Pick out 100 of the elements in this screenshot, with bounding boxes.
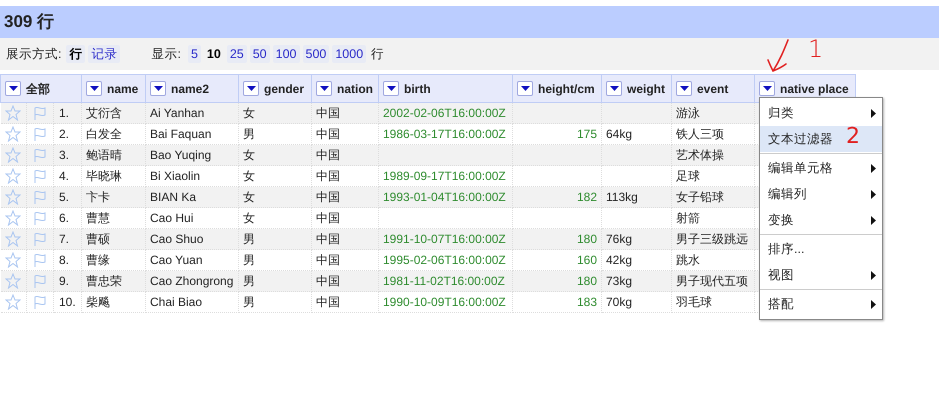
table-cell: 女 <box>243 211 255 225</box>
flag-icon[interactable] <box>32 168 48 184</box>
column-label: weight <box>627 80 665 98</box>
dropdown-icon[interactable] <box>243 81 259 96</box>
page-size-option[interactable]: 100 <box>272 44 300 64</box>
menu-item[interactable]: 变换 <box>760 207 882 233</box>
table-cell: 76kg <box>606 232 632 246</box>
star-icon[interactable] <box>5 273 22 289</box>
table-cell: 1981-11-02T16:00:00Z <box>383 274 505 288</box>
flag-icon[interactable] <box>32 294 48 310</box>
mode-option[interactable]: 记录 <box>88 44 120 64</box>
table-cell: 鲍语晴 <box>86 148 122 162</box>
star-icon[interactable] <box>5 147 22 163</box>
page-size-option[interactable]: 25 <box>226 44 247 64</box>
row-number: 8. <box>59 253 70 267</box>
column-label: name2 <box>171 80 210 98</box>
row-number: 4. <box>59 169 70 183</box>
table-cell: 中国 <box>316 295 340 309</box>
star-icon[interactable] <box>5 231 22 247</box>
table-cell: 女子铅球 <box>676 190 724 204</box>
menu-item[interactable]: 编辑列 <box>760 181 882 207</box>
flag-icon[interactable] <box>32 252 48 268</box>
column-label: height/cm <box>538 80 595 98</box>
column-label: gender <box>264 80 304 98</box>
mode-option[interactable]: 行 <box>66 44 86 64</box>
flag-icon[interactable] <box>32 105 48 121</box>
table-cell: 175 <box>576 127 597 141</box>
table-cell: 1993-01-04T16:00:00Z <box>383 190 506 204</box>
row-number: 1. <box>59 106 70 120</box>
flag-icon[interactable] <box>32 273 48 289</box>
submenu-arrow-icon <box>871 216 876 224</box>
submenu-arrow-icon <box>871 164 876 172</box>
flag-icon[interactable] <box>32 126 48 142</box>
table-cell: 柴飚 <box>86 295 110 309</box>
table-cell: Bao Yuqing <box>150 148 212 162</box>
menu-item[interactable]: 视图 <box>760 262 882 288</box>
flag-icon[interactable] <box>32 210 48 226</box>
table-cell: 中国 <box>316 106 340 120</box>
star-icon[interactable] <box>5 189 22 205</box>
table-cell: 中国 <box>316 253 340 267</box>
star-icon[interactable] <box>5 210 22 226</box>
table-cell: 182 <box>576 190 597 204</box>
table-cell: 1986-03-17T16:00:00Z <box>383 127 506 141</box>
table-cell: Chai Biao <box>150 295 202 309</box>
dropdown-icon[interactable] <box>316 81 332 96</box>
table-cell: 42kg <box>606 253 632 267</box>
table-cell: 男 <box>243 295 255 309</box>
table-cell: 羽毛球 <box>676 295 712 309</box>
menu-item[interactable]: 搭配 <box>760 291 882 317</box>
all-label: 全部 <box>26 80 50 98</box>
column-label: native place <box>780 80 849 98</box>
table-cell: 中国 <box>316 169 340 183</box>
page-size-option[interactable]: 10 <box>204 44 224 64</box>
table-cell: 女 <box>243 190 255 204</box>
dropdown-icon[interactable] <box>759 81 775 96</box>
table-cell: 70kg <box>606 295 632 309</box>
dropdown-icon[interactable] <box>517 81 533 96</box>
flag-icon[interactable] <box>32 231 48 247</box>
table-cell: 183 <box>576 295 597 309</box>
column-label: nation <box>337 80 373 98</box>
dropdown-icon[interactable] <box>383 81 399 96</box>
table-cell: 1990-10-09T16:00:00Z <box>383 295 506 309</box>
column-label: name <box>107 80 138 98</box>
table-cell: Bi Xiaolin <box>150 169 200 183</box>
menu-item[interactable]: 归类 <box>760 100 882 126</box>
page-size-option[interactable]: 500 <box>302 44 330 64</box>
dropdown-icon[interactable] <box>676 81 692 96</box>
star-icon[interactable] <box>5 252 22 268</box>
submenu-arrow-icon <box>871 270 876 280</box>
dropdown-icon[interactable] <box>86 81 102 96</box>
annotation-number: 2 <box>846 125 860 149</box>
table-cell: 铁人三项 <box>676 127 724 141</box>
menu-item[interactable]: 编辑单元格 <box>760 155 882 181</box>
table-cell: 射箭 <box>676 211 700 225</box>
arrow-annotation-drawing <box>766 38 792 74</box>
row-number: 2. <box>59 127 70 141</box>
dropdown-icon[interactable] <box>606 81 622 96</box>
page-size-option[interactable]: 1000 <box>332 44 366 64</box>
star-icon[interactable] <box>5 105 22 121</box>
page-size-option[interactable]: 5 <box>188 44 201 64</box>
star-icon[interactable] <box>5 168 22 184</box>
flag-icon[interactable] <box>32 189 48 205</box>
column-label: birth <box>404 80 431 98</box>
table-cell: Bai Faquan <box>150 127 212 141</box>
table-cell: 艺术体操 <box>676 148 724 162</box>
table-cell: 1991-10-07T16:00:00Z <box>383 232 506 246</box>
page-size-option[interactable]: 50 <box>250 44 270 64</box>
table-cell: 女 <box>243 169 255 183</box>
dropdown-icon[interactable] <box>5 81 21 96</box>
star-icon[interactable] <box>5 294 22 310</box>
star-icon[interactable] <box>5 126 22 142</box>
dropdown-icon[interactable] <box>150 81 166 96</box>
table-cell: 白发全 <box>86 127 122 141</box>
menu-item[interactable]: 排序... <box>760 236 882 262</box>
table-cell: Cao Yuan <box>150 253 202 267</box>
table-cell: 73kg <box>606 274 632 288</box>
row-number: 6. <box>59 211 70 225</box>
row-number: 5. <box>59 190 70 204</box>
flag-icon[interactable] <box>32 147 48 163</box>
table-cell: 男 <box>243 274 255 288</box>
